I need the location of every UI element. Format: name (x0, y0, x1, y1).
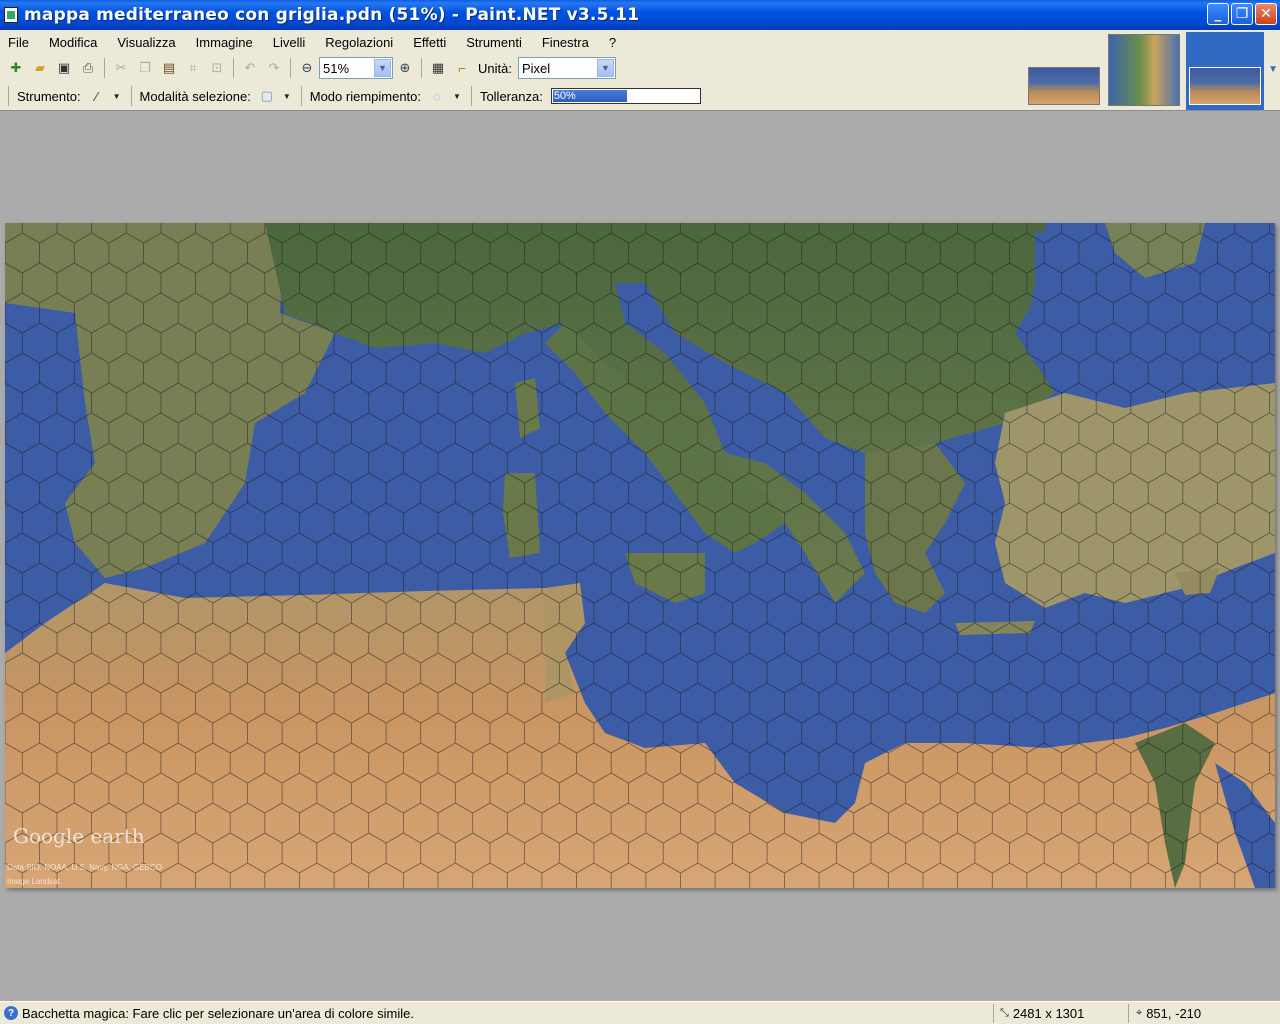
tool-label: Strumento: (17, 88, 81, 104)
rulers-icon[interactable]: ⌐ (452, 58, 472, 78)
print-icon[interactable]: ⎙ (78, 58, 98, 78)
menu-file[interactable]: File (8, 35, 29, 50)
zoom-in-icon[interactable]: ⊕ (395, 58, 415, 78)
open-file-icon[interactable]: ▰ (30, 58, 50, 78)
status-separator (1128, 1004, 1129, 1023)
toolbar-separator (233, 58, 234, 78)
tool-options-bar: Strumento: ⁄ ▼ Modalità selezione: ▢ ▼ M… (4, 84, 701, 108)
image-thumbnail[interactable] (1108, 34, 1180, 106)
menu-bar: File Modifica Visualizza Immagine Livell… (0, 30, 1100, 54)
toolbar-separator (290, 58, 291, 78)
selection-mode-label: Modalità selezione: (139, 88, 251, 104)
tolerance-value: 50% (553, 90, 576, 102)
main-toolbar: ✚ ▰ ▣ ⎙ ✂ ❐ ▤ ⌗ ⊡ ↶ ↷ ⊖ 51% ▼ ⊕ ▦ ⌐ Unit… (4, 54, 616, 82)
toolbar-separator (8, 86, 9, 106)
chevron-down-icon[interactable]: ▼ (283, 92, 291, 101)
units-value: Pixel (521, 60, 551, 76)
undo-icon[interactable]: ↶ (240, 58, 260, 78)
cut-icon[interactable]: ✂ (111, 58, 131, 78)
toolbar-separator (104, 58, 105, 78)
chevron-down-icon[interactable]: ▼ (113, 92, 121, 101)
zoom-combo[interactable]: 51% ▼ (319, 57, 393, 79)
menu-regolazioni[interactable]: Regolazioni (325, 35, 393, 50)
zoom-out-icon[interactable]: ⊖ (297, 58, 317, 78)
paint-net-app-icon[interactable] (4, 7, 18, 23)
magic-wand-icon[interactable]: ⁄ (87, 86, 107, 106)
image-size-icon: ⤡ (1000, 1007, 1009, 1019)
units-combo[interactable]: Pixel ▼ (517, 57, 616, 79)
cursor-position-readout: ⌖ 851, -210 (1136, 1006, 1201, 1021)
zoom-value: 51% (323, 60, 350, 76)
deselect-icon[interactable]: ⊡ (207, 58, 227, 78)
tolerance-slider[interactable]: 50% (550, 88, 701, 104)
redo-icon[interactable]: ↷ (264, 58, 284, 78)
image-thumbnail[interactable] (1028, 67, 1100, 105)
chevron-down-icon[interactable]: ▼ (374, 59, 391, 77)
menu-immagine[interactable]: Immagine (196, 35, 253, 50)
toolbar-separator (421, 58, 422, 78)
menu-modifica[interactable]: Modifica (49, 35, 97, 50)
toolbar-separator (130, 86, 132, 106)
google-earth-watermark: Google earth (13, 824, 145, 848)
menu-help[interactable]: ? (609, 35, 616, 50)
menu-visualizza[interactable]: Visualizza (117, 35, 175, 50)
save-icon[interactable]: ▣ (54, 58, 74, 78)
chevron-down-icon[interactable]: ▼ (453, 92, 461, 101)
paste-icon[interactable]: ▤ (159, 58, 179, 78)
image-thumbnail-active[interactable] (1189, 67, 1261, 105)
flood-mode-icon[interactable]: ◌ (427, 86, 447, 106)
title-bar[interactable]: mappa mediterraneo con griglia.pdn (51%)… (0, 0, 1280, 30)
image-size-readout: ⤡ 2481 x 1301 (1000, 1006, 1084, 1021)
crop-icon[interactable]: ⌗ (183, 58, 203, 78)
image-thumbnails: ▼ (1028, 32, 1280, 110)
window-controls: _ ❐ ✕ (1207, 3, 1277, 25)
map-drawing (5, 223, 1275, 888)
close-button[interactable]: ✕ (1255, 3, 1277, 25)
map-tint (5, 223, 1275, 888)
new-file-icon[interactable]: ✚ (6, 58, 26, 78)
cursor-position-icon: ⌖ (1136, 1007, 1143, 1019)
copy-icon[interactable]: ❐ (135, 58, 155, 78)
help-icon: ? (4, 1006, 18, 1020)
cursor-position-value: 851, -210 (1146, 1006, 1202, 1021)
tolerance-label: Tolleranza: (479, 88, 543, 104)
minimize-button[interactable]: _ (1207, 3, 1229, 25)
units-label: Unità: (478, 60, 512, 76)
toolbar-separator (300, 86, 302, 106)
menu-effetti[interactable]: Effetti (413, 35, 446, 50)
status-bar: ? Bacchetta magica: Fare clic per selezi… (0, 1001, 1280, 1024)
chevron-down-icon[interactable]: ▼ (596, 59, 614, 77)
fill-mode-label: Modo riempimento: (309, 88, 422, 104)
chevron-down-icon[interactable]: ▼ (1268, 64, 1278, 75)
maximize-button[interactable]: ❐ (1231, 3, 1253, 25)
selection-mode-icon[interactable]: ▢ (257, 86, 277, 106)
imagery-credit-landsat: Image Landsat (7, 877, 60, 886)
canvas-area[interactable]: Google earth Data SIO, NOAA, U.S. Navy, … (0, 110, 1280, 1001)
menu-finestra[interactable]: Finestra (542, 35, 589, 50)
status-message: Bacchetta magica: Fare clic per selezion… (22, 1005, 414, 1021)
toolbar-separator (470, 86, 472, 106)
window-title: mappa mediterraneo con griglia.pdn (51%)… (24, 5, 640, 25)
grid-icon[interactable]: ▦ (428, 58, 448, 78)
menu-strumenti[interactable]: Strumenti (466, 35, 522, 50)
map-image[interactable]: Google earth Data SIO, NOAA, U.S. Navy, … (5, 223, 1275, 888)
image-size-value: 2481 x 1301 (1012, 1006, 1085, 1021)
menu-livelli[interactable]: Livelli (273, 35, 306, 50)
status-separator (993, 1004, 994, 1023)
imagery-credit: Data SIO, NOAA, U.S. Navy, NGA, GEBCO (7, 863, 162, 872)
